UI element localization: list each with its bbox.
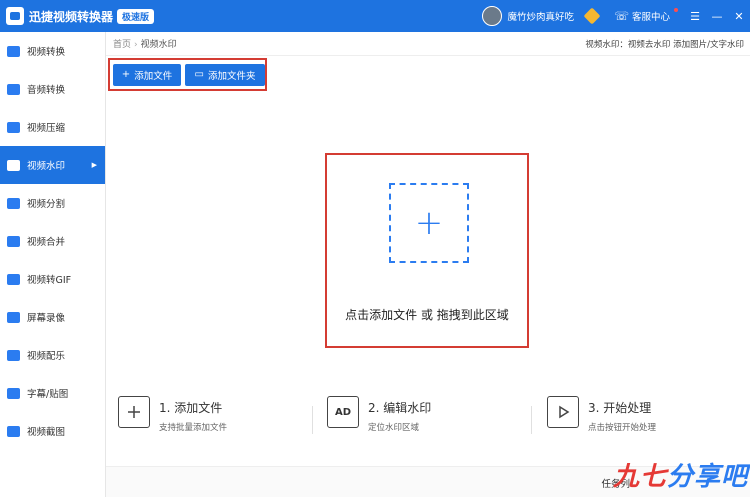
add-file-button[interactable]: + 添加文件 (113, 63, 181, 86)
feature-hint: 视频水印：视频去水印 添加图片/文字水印 (585, 40, 744, 50)
customer-service-link[interactable]: 客服中心 (632, 9, 670, 23)
menu-button[interactable]: ☰ (684, 0, 706, 32)
notification-dot (674, 8, 678, 12)
minimize-button[interactable]: — (706, 0, 728, 32)
arrow-right-icon: ▶ (91, 161, 97, 169)
sidebar: 视频转换 音频转换 视频压缩 视频水印 ▶ 视频分割 视频合并 视频转GIF 屏幕… (0, 32, 106, 497)
screen-record-icon (7, 311, 20, 323)
gif-icon (7, 273, 20, 285)
sidebar-item-video-convert[interactable]: 视频转换 (0, 32, 105, 70)
plus-icon: + (121, 69, 131, 80)
breadcrumb: 首页 › 视频水印 (113, 37, 177, 50)
play-clapper-icon (547, 396, 579, 428)
sidebar-item-label: 音频转换 (27, 85, 66, 96)
step-title: 3. 开始处理 (588, 401, 652, 415)
video-split-icon (7, 197, 20, 209)
video-compress-icon (7, 121, 20, 133)
sidebar-item-video-watermark[interactable]: 视频水印 ▶ (0, 146, 105, 184)
drop-zone[interactable]: + 点击添加文件 或 拖拽到此区域 (325, 153, 529, 348)
sidebar-item-video-compress[interactable]: 视频压缩 (0, 108, 105, 146)
subtitle-icon (7, 387, 20, 399)
screenshot-icon (7, 425, 20, 437)
breadcrumb-separator: › (134, 40, 138, 50)
sidebar-item-screen-record[interactable]: 屏幕录像 (0, 298, 105, 336)
sidebar-item-video-merge[interactable]: 视频合并 (0, 222, 105, 260)
step-divider (312, 406, 313, 434)
step-edit-watermark: AD 2. 编辑水印 定位水印区域 (327, 396, 431, 433)
breadcrumb-current: 视频水印 (140, 40, 177, 50)
sidebar-item-label: 视频水印 (27, 161, 66, 172)
customer-service-icon[interactable]: ☏ (614, 9, 629, 23)
sidebar-item-label: 视频转GIF (27, 275, 72, 286)
video-merge-icon (7, 235, 20, 247)
folder-icon: ▭ (194, 69, 204, 80)
audio-convert-icon (7, 83, 20, 95)
app-title: 迅捷视频转换器 (29, 9, 114, 24)
step-start-process: 3. 开始处理 点击按钮开始处理 (547, 396, 656, 433)
sidebar-item-subtitle-sticker[interactable]: 字幕/贴图 (0, 374, 105, 412)
sidebar-item-video-split[interactable]: 视频分割 (0, 184, 105, 222)
divider (106, 55, 750, 56)
title-bar: 迅捷视频转换器 极速版 魔竹炒肉真好吃 ☏ 客服中心 ☰ — ✕ (0, 0, 750, 32)
sidebar-item-video-music[interactable]: 视频配乐 (0, 336, 105, 374)
sidebar-item-label: 视频合并 (27, 237, 66, 248)
file-toolbar: + 添加文件 ▭ 添加文件夹 (108, 58, 267, 91)
close-button[interactable]: ✕ (728, 0, 750, 32)
video-watermark-icon (7, 159, 20, 171)
add-folder-label: 添加文件夹 (207, 70, 256, 82)
steps-guide: 1. 添加文件 支持批量添加文件 AD 2. 编辑水印 定位水印区域 3. 开始… (106, 396, 750, 446)
video-convert-icon (7, 45, 20, 57)
step-title: 2. 编辑水印 (368, 401, 432, 415)
sidebar-item-label: 视频转换 (27, 47, 66, 58)
sidebar-item-label: 视频压缩 (27, 123, 66, 134)
vip-icon[interactable] (583, 7, 601, 25)
breadcrumb-home[interactable]: 首页 (113, 40, 131, 50)
sidebar-item-label: 视频分割 (27, 199, 66, 210)
site-watermark-logo: 九七分享吧 (613, 456, 748, 493)
add-file-label: 添加文件 (134, 70, 173, 82)
watermark-text-b: 分享吧 (666, 462, 748, 492)
step-subtitle: 点击按钮开始处理 (588, 423, 657, 433)
username[interactable]: 魔竹炒肉真好吃 (507, 9, 574, 23)
watermark-text-a: 九七 (612, 462, 667, 492)
drop-target[interactable]: + (389, 183, 469, 263)
sidebar-item-label: 视频截图 (27, 427, 66, 438)
step-subtitle: 支持批量添加文件 (159, 423, 228, 433)
ad-watermark-icon: AD (327, 396, 359, 428)
sidebar-item-label: 屏幕录像 (27, 313, 66, 324)
add-file-step-icon (118, 396, 150, 428)
app-logo-icon (6, 7, 24, 25)
sidebar-item-label: 字幕/贴图 (27, 389, 69, 400)
sidebar-item-audio-convert[interactable]: 音频转换 (0, 70, 105, 108)
sidebar-item-video-to-gif[interactable]: 视频转GIF (0, 260, 105, 298)
user-avatar[interactable] (482, 6, 503, 26)
add-plus-icon: + (414, 203, 444, 243)
step-title: 1. 添加文件 (159, 401, 223, 415)
step-divider (531, 406, 532, 434)
sidebar-item-label: 视频配乐 (27, 351, 66, 362)
step-subtitle: 定位水印区域 (368, 423, 420, 433)
edition-badge: 极速版 (117, 8, 155, 24)
step-add-file: 1. 添加文件 支持批量添加文件 (118, 396, 227, 433)
add-folder-button[interactable]: ▭ 添加文件夹 (185, 63, 265, 86)
music-icon (7, 349, 20, 361)
sidebar-item-video-screenshot[interactable]: 视频截图 (0, 412, 105, 450)
drop-zone-text: 点击添加文件 或 拖拽到此区域 (345, 308, 509, 322)
